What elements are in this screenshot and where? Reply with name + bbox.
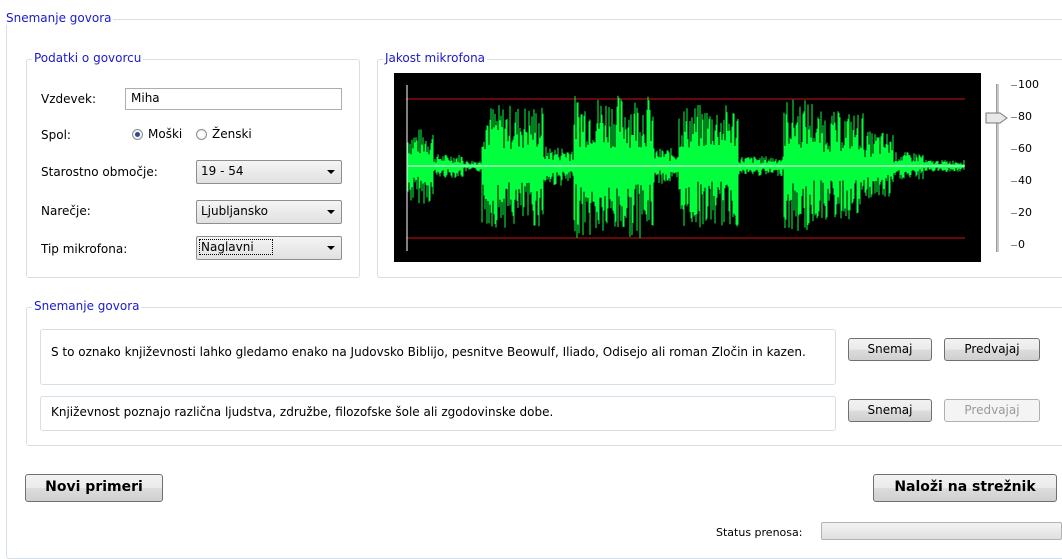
scale-tick-mark (1011, 181, 1017, 182)
chevron-down-icon (327, 170, 335, 174)
gender-male-radio[interactable] (132, 129, 143, 140)
scale-tick-label: 20 (1018, 206, 1032, 219)
scale-tick-mark (1011, 213, 1017, 214)
new-examples-button[interactable]: Novi primeri (25, 474, 163, 502)
dialect-select-value: Ljubljansko (201, 204, 268, 218)
volume-slider-track[interactable] (996, 84, 999, 252)
sentence-text-1: S to oznako književnosti lahko gledamo e… (51, 345, 806, 359)
scale-tick-label: 60 (1018, 142, 1032, 155)
recording-group-title: Snemanje govora (32, 299, 142, 313)
upload-to-server-button[interactable]: Naloži na strežnik (873, 474, 1057, 502)
nickname-label: Vzdevek: (41, 92, 96, 106)
gender-label: Spol: (41, 128, 71, 142)
record-button-2[interactable]: Snemaj (848, 399, 932, 422)
mic-type-select-value: Naglavni (199, 239, 273, 255)
scale-tick-mark (1011, 245, 1017, 246)
gender-male-label: Moški (148, 127, 183, 141)
chevron-down-icon (327, 246, 335, 250)
sentence-text-2: Književnost poznajo različna ljudstva, z… (51, 405, 554, 419)
record-button-1[interactable]: Snemaj (848, 338, 932, 361)
mic-type-label: Tip mikrofona: (41, 242, 128, 256)
waveform-display (394, 73, 981, 262)
play-button-2[interactable]: Predvajaj (944, 399, 1040, 422)
nickname-input[interactable]: Miha (125, 88, 342, 110)
gender-female-label: Ženski (212, 127, 252, 141)
scale-tick-mark (1011, 149, 1017, 150)
speaker-group-title: Podatki o govorcu (32, 51, 144, 65)
scale-tick-mark (1011, 117, 1017, 118)
scale-tick-label: 40 (1018, 174, 1032, 187)
dialect-select[interactable]: Ljubljansko (196, 200, 342, 224)
scale-tick-label: 100 (1018, 78, 1039, 91)
transfer-progress-bar (821, 522, 1062, 540)
mic-type-select[interactable]: Naglavni (196, 236, 342, 260)
mic-group-title: Jakost mikrofona (383, 51, 488, 65)
age-label: Starostno območje: (41, 165, 158, 179)
volume-slider-thumb[interactable] (985, 112, 1009, 124)
chevron-down-icon (327, 210, 335, 214)
scale-tick-label: 80 (1018, 110, 1032, 123)
scale-tick-mark (1011, 85, 1017, 86)
age-select[interactable]: 19 - 54 (196, 160, 342, 184)
gender-female-radio[interactable] (196, 129, 207, 140)
scale-tick-label: 0 (1018, 238, 1025, 251)
dialect-label: Narečje: (41, 204, 91, 218)
play-button-1[interactable]: Predvajaj (944, 338, 1040, 361)
age-select-value: 19 - 54 (201, 164, 244, 178)
outer-group-title: Snemanje govora (4, 11, 114, 25)
